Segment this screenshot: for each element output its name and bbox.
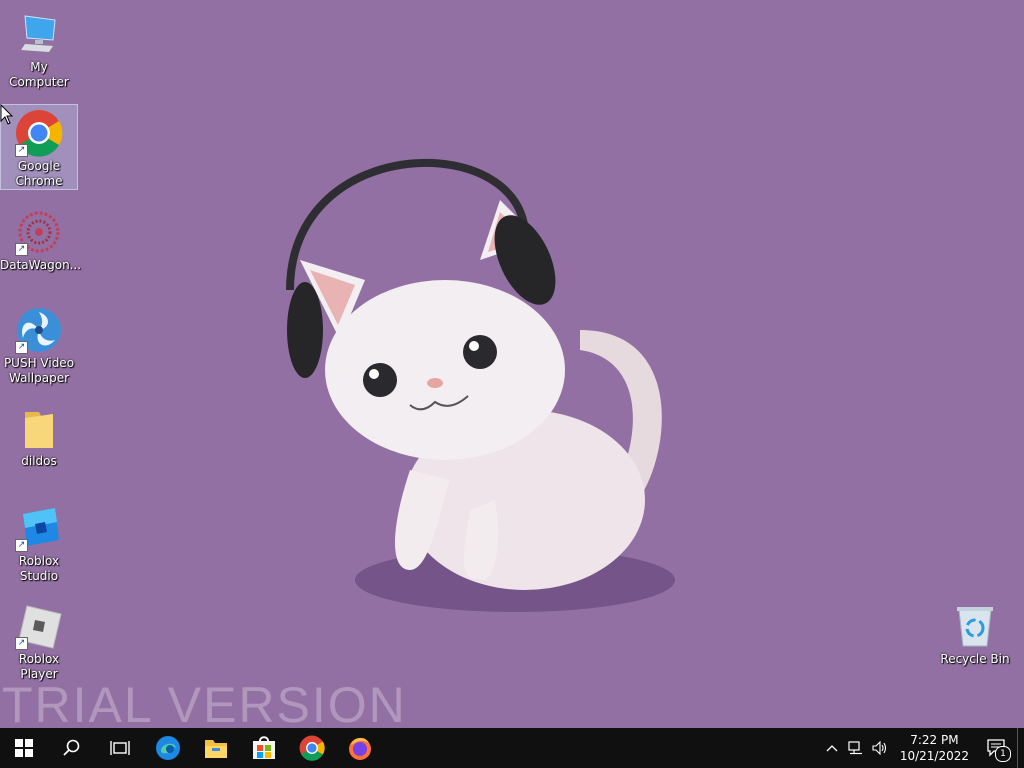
desktop-icon-datawagon[interactable]: ↗ DataWagon... bbox=[0, 204, 81, 290]
wallpaper-cat-image bbox=[286, 159, 675, 612]
action-center-button[interactable]: 1 bbox=[977, 728, 1017, 768]
start-button[interactable] bbox=[0, 728, 48, 768]
network-icon bbox=[848, 741, 862, 755]
taskbar-firefox[interactable] bbox=[336, 728, 384, 768]
roblox-studio-icon: ↗ bbox=[15, 504, 63, 552]
desktop-icon-my-computer[interactable]: My Computer bbox=[0, 6, 78, 92]
clock[interactable]: 7:22 PM 10/21/2022 bbox=[892, 732, 977, 764]
microsoft-store-icon bbox=[253, 736, 275, 759]
desktop-icon-roblox-studio[interactable]: ↗ Roblox Studio bbox=[0, 500, 78, 586]
shortcut-arrow-icon: ↗ bbox=[15, 243, 28, 256]
network-button[interactable] bbox=[844, 728, 868, 768]
roblox-player-icon: ↗ bbox=[15, 602, 63, 650]
shortcut-arrow-icon: ↗ bbox=[15, 144, 28, 157]
shortcut-arrow-icon: ↗ bbox=[15, 637, 28, 650]
clock-time: 7:22 PM bbox=[910, 733, 959, 747]
taskbar: 7:22 PM 10/21/2022 1 bbox=[0, 728, 1024, 768]
shortcut-arrow-icon: ↗ bbox=[15, 341, 28, 354]
start-icon bbox=[15, 739, 33, 757]
folder-icon bbox=[15, 404, 63, 452]
taskbar-microsoft-store[interactable] bbox=[240, 728, 288, 768]
speaker-icon bbox=[872, 741, 886, 755]
push-video-wallpaper-icon: ↗ bbox=[15, 306, 63, 354]
search-button[interactable] bbox=[48, 728, 96, 768]
show-hidden-icons-button[interactable] bbox=[820, 728, 844, 768]
search-icon bbox=[63, 739, 80, 756]
task-view-button[interactable] bbox=[96, 728, 144, 768]
recycle-bin-icon bbox=[951, 602, 999, 650]
desktop-icon-recycle-bin[interactable]: Recycle Bin bbox=[936, 598, 1014, 684]
shortcut-arrow-icon: ↗ bbox=[15, 539, 28, 552]
edge-icon bbox=[156, 736, 180, 760]
desktop-icon-roblox-player[interactable]: ↗ Roblox Player bbox=[0, 598, 78, 684]
show-desktop-button[interactable] bbox=[1017, 728, 1024, 768]
desktop[interactable]: My Computer ↗ Google Chrome ↗ DataWagon. bbox=[0, 0, 1024, 733]
desktop-icon-push-video-wallpaper[interactable]: ↗ PUSH Video Wallpaper bbox=[0, 302, 78, 388]
computer-icon bbox=[15, 10, 63, 58]
mouse-cursor-icon bbox=[0, 104, 14, 125]
firefox-icon bbox=[349, 737, 371, 760]
clock-date: 10/21/2022 bbox=[899, 749, 969, 763]
chrome-icon: ↗ bbox=[15, 109, 63, 157]
taskbar-edge[interactable] bbox=[144, 728, 192, 768]
datawagon-icon: ↗ bbox=[15, 208, 63, 256]
volume-button[interactable] bbox=[868, 728, 892, 768]
chrome-icon bbox=[299, 735, 325, 761]
notification-count-badge: 1 bbox=[995, 746, 1011, 762]
trial-version-watermark: TRIAL VERSION bbox=[2, 677, 407, 733]
task-view-icon bbox=[110, 741, 130, 755]
file-explorer-icon bbox=[205, 740, 227, 758]
taskbar-chrome[interactable] bbox=[288, 728, 336, 768]
taskbar-file-explorer[interactable] bbox=[192, 728, 240, 768]
desktop-icon-folder[interactable]: dildos bbox=[0, 400, 78, 486]
system-tray: 7:22 PM 10/21/2022 1 bbox=[820, 728, 1024, 768]
chevron-up-icon bbox=[826, 745, 838, 752]
